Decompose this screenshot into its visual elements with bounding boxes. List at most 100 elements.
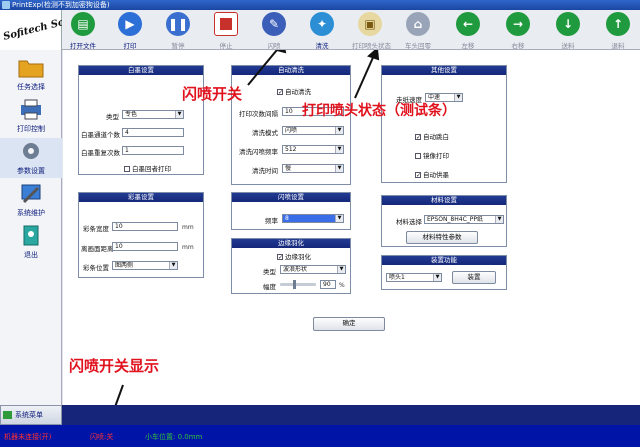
auto-white-checkbox[interactable]: ✓ 自动跳白 <box>415 131 449 141</box>
slider-thumb[interactable] <box>293 280 297 289</box>
feed-button[interactable]: ↓ 送料 <box>550 12 586 50</box>
gear-icon <box>23 143 39 159</box>
app-icon <box>2 1 10 9</box>
feather-header: 边缘羽化 <box>232 239 350 248</box>
stop-button[interactable]: 停止 <box>208 12 244 50</box>
other-header: 其他设置 <box>382 66 506 75</box>
print-button[interactable]: ▶ 打印 <box>112 12 148 50</box>
main-panel: 白墨设置 类型 专色 ▼ 白墨通道个数 4 白墨重复次数 1 白墨回者打印 彩墨设… <box>63 50 640 405</box>
status-connection: 机器未连接(开) <box>4 433 52 441</box>
retract-button[interactable]: ↑ 退料 <box>600 12 636 50</box>
auto-clean-checkbox[interactable]: ✓ 自动清洗 <box>277 86 311 96</box>
arrow-right-icon: → <box>506 12 530 36</box>
color-dist-input[interactable]: 10 <box>112 242 178 251</box>
clean-button[interactable]: ✦ 清洗 <box>304 12 340 50</box>
chevron-down-icon: ▼ <box>335 165 343 172</box>
logo: Sofitech Software <box>0 8 100 50</box>
folder-icon: ▤ <box>71 12 95 36</box>
white-repeat-input[interactable]: 1 <box>122 146 184 155</box>
check-icon: ✓ <box>277 254 284 261</box>
feather-type-select[interactable]: 波浪形状 ▼ <box>280 265 346 274</box>
pause-icon: ❚❚ <box>166 12 190 36</box>
color-width-input[interactable]: 10 <box>112 222 178 231</box>
system-menu-button[interactable]: 系统菜单 <box>0 405 62 425</box>
check-icon: ✓ <box>415 172 422 179</box>
exit-icon <box>23 225 39 246</box>
clean-icon: ✦ <box>310 12 334 36</box>
material-params-button[interactable]: 材料特性参数 <box>406 231 478 244</box>
sidebar-item-print-control[interactable]: 打印控制 <box>0 96 62 136</box>
white-ink-header: 白墨设置 <box>79 66 203 75</box>
play-icon: ▶ <box>118 12 142 36</box>
check-icon: ✓ <box>277 89 284 96</box>
chevron-down-icon: ▼ <box>433 274 441 281</box>
color-ink-header: 彩墨设置 <box>79 193 203 202</box>
material-select[interactable]: EPSON_8H4C_PP纸 ▼ <box>424 215 504 224</box>
nozzle-status-icon: ▣ <box>358 12 382 36</box>
arrow-down-icon: ↓ <box>556 12 580 36</box>
install-header: 装置功能 <box>382 256 506 265</box>
annotation-nozzle-status: 打印喷头状态（测试条） <box>302 103 456 119</box>
chevron-down-icon: ▼ <box>175 111 183 118</box>
material-panel: 材料设置 材料选择 EPSON_8H4C_PP纸 ▼ 材料特性参数 <box>381 195 507 247</box>
bottom-bar <box>0 405 640 425</box>
home-icon <box>3 411 12 419</box>
auto-feed-checkbox[interactable]: ✓ 自动供墨 <box>415 169 449 179</box>
other-panel: 其他设置 走纸速度 中速 ▼ ✓ 自动跳白 镜像打印 ✓ 自动供墨 <box>381 65 507 183</box>
white-return-checkbox[interactable]: 白墨回者打印 <box>124 163 171 173</box>
home-button[interactable]: ⌂ 车头回零 <box>400 12 436 50</box>
pause-button[interactable]: ❚❚ 暂停 <box>160 12 196 50</box>
clean-time-select[interactable]: 慢 ▼ <box>282 164 344 173</box>
status-bar: 机器未连接(开) 闪喷:关 小车位置: 0.0mm <box>0 425 640 447</box>
sidebar: 任务选择 打印控制 参数设置 系统维护 退出 <box>0 50 62 405</box>
auto-clean-panel: 自动清洗 ✓ 自动清洗 打印次数间隔 10 清洗模式 闪喷 ▼ 清洗闪喷频率 512… <box>231 65 351 185</box>
check-icon: ✓ <box>415 134 422 141</box>
wrench-icon <box>21 184 41 204</box>
annotation-flash-switch: 闪喷开关 <box>182 85 243 103</box>
status-flash: 闪喷:关 <box>90 433 114 441</box>
toolbar: ▤ 打开文件 ▶ 打印 ❚❚ 暂停 停止 ✎ 闪喷 ✦ 清洗 ▣ 打印喷头状态 ⌂ 车头回零 … <box>62 10 640 50</box>
mirror-checkbox[interactable]: 镜像打印 <box>415 150 449 160</box>
feather-amp-input[interactable]: 90 <box>320 280 336 289</box>
auto-clean-header: 自动清洗 <box>232 66 350 75</box>
install-button[interactable]: 装置 <box>452 271 496 284</box>
clean-freq-select[interactable]: 512 ▼ <box>282 145 344 154</box>
chevron-down-icon: ▼ <box>335 215 343 222</box>
chevron-down-icon: ▼ <box>169 262 177 269</box>
head-select[interactable]: 喷头1 ▼ <box>386 273 442 282</box>
sidebar-item-param-settings[interactable]: 参数设置 <box>0 138 62 178</box>
confirm-button[interactable]: 确定 <box>313 317 385 331</box>
feather-amp-slider[interactable] <box>280 280 316 289</box>
sidebar-item-system-maintenance[interactable]: 系统维护 <box>0 180 62 220</box>
move-left-button[interactable]: ← 左移 <box>450 12 486 50</box>
arrow-left-icon: ← <box>456 12 480 36</box>
material-header: 材料设置 <box>382 196 506 205</box>
flash-spray-button[interactable]: ✎ 闪喷 <box>256 12 292 50</box>
sidebar-item-task-select[interactable]: 任务选择 <box>0 54 62 94</box>
annotation-flash-display: 闪喷开关显示 <box>69 357 160 375</box>
chevron-down-icon: ▼ <box>335 146 343 153</box>
move-right-button[interactable]: → 右移 <box>500 12 536 50</box>
flash-header: 闪喷设置 <box>232 193 350 202</box>
color-pos-select[interactable]: 图两侧 ▼ <box>112 261 178 270</box>
install-panel: 装置功能 喷头1 ▼ 装置 <box>381 255 507 290</box>
sidebar-item-exit[interactable]: 退出 <box>0 222 62 262</box>
white-type-select[interactable]: 专色 ▼ <box>122 110 184 119</box>
feather-checkbox[interactable]: ✓ 边缘羽化 <box>277 251 311 261</box>
arrow-up-icon: ↑ <box>606 12 630 36</box>
status-position: 小车位置: 0.0mm <box>145 433 203 441</box>
home-icon: ⌂ <box>406 12 430 36</box>
folder-icon <box>18 60 44 78</box>
chevron-down-icon: ▼ <box>495 216 503 223</box>
white-channels-input[interactable]: 4 <box>122 128 184 137</box>
checkbox-box <box>124 166 130 172</box>
chevron-down-icon: ▼ <box>337 266 345 273</box>
flash-spray-icon: ✎ <box>262 12 286 36</box>
color-ink-panel: 彩墨设置 彩条宽度 10 mm 离画面距离 10 mm 彩条位置 图两侧 ▼ <box>78 192 204 278</box>
flash-freq-select[interactable]: 8 ▼ <box>282 214 344 223</box>
open-file-button[interactable]: ▤ 打开文件 <box>65 12 101 50</box>
nozzle-status-button[interactable]: ▣ 打印喷头状态 <box>352 12 391 50</box>
chevron-down-icon: ▼ <box>335 127 343 134</box>
feather-panel: 边缘羽化 ✓ 边缘羽化 类型 波浪形状 ▼ 幅度 90 % <box>231 238 351 294</box>
clean-mode-select[interactable]: 闪喷 ▼ <box>282 126 344 135</box>
